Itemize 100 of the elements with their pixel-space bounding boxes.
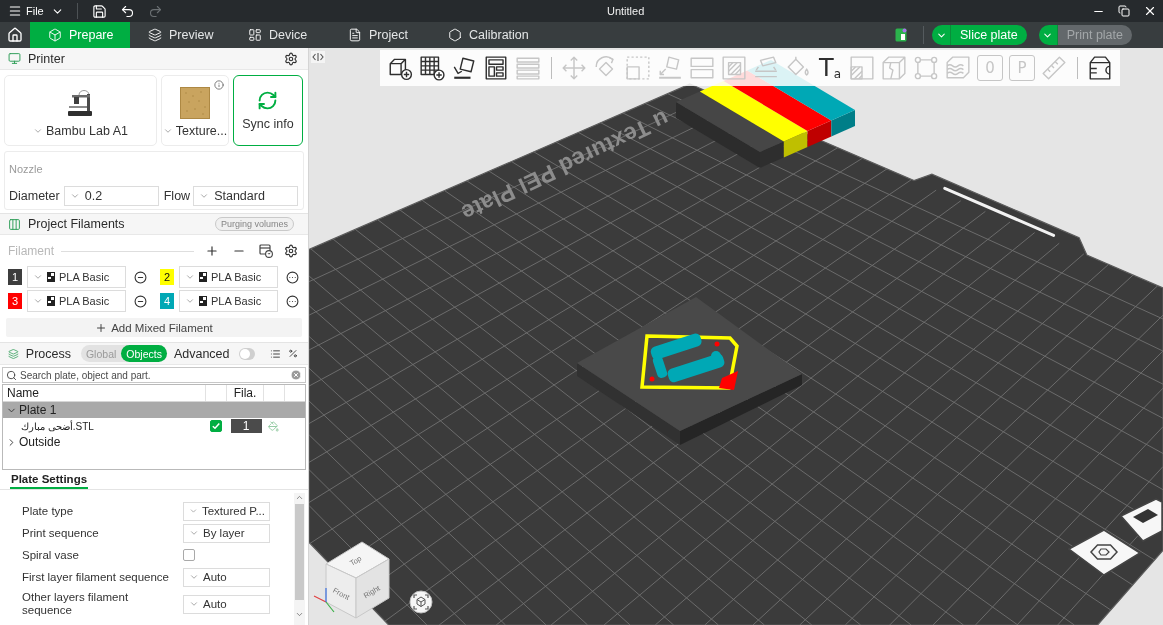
chevron-down-icon	[185, 272, 195, 282]
setting-label: Other layers filament sequence	[22, 591, 130, 617]
chevron-down-icon	[189, 506, 198, 516]
advanced-label: Advanced	[173, 346, 230, 361]
plus-icon	[95, 321, 108, 334]
home-icon[interactable]	[7, 27, 23, 43]
window-title: Untitled	[607, 5, 645, 17]
layout-icon[interactable]	[483, 55, 509, 81]
setting-dropdown[interactable]: Textured P...	[183, 501, 270, 521]
settings-icon[interactable]	[284, 244, 298, 258]
layers-icon	[148, 28, 162, 42]
filament-dropdown[interactable]: PLA Basic	[27, 266, 126, 288]
ellipsis-circle-icon[interactable]	[286, 294, 299, 308]
clear-icon[interactable]	[290, 369, 302, 381]
layers-icon	[8, 346, 19, 361]
filament-dropdown[interactable]: PLA Basic	[179, 266, 278, 288]
chevron-down-icon	[69, 191, 80, 201]
tree-row[interactable]: Plate 1	[3, 402, 305, 418]
ellipsis-circle-icon[interactable]	[286, 270, 299, 284]
scrollbar-thumb[interactable]	[295, 504, 304, 600]
chevron-up-icon[interactable]	[295, 493, 304, 502]
undo-icon[interactable]	[119, 3, 135, 19]
diameter-dropdown[interactable]: 0.2	[63, 186, 159, 206]
nozzle-label: Nozzle	[9, 163, 43, 175]
checkbox[interactable]	[183, 549, 195, 561]
chevron-down-icon	[185, 296, 195, 306]
chevron-down-icon	[189, 572, 199, 582]
menu-icon	[8, 4, 22, 18]
printer-selector[interactable]: Bambu Lab A1	[4, 75, 157, 146]
chevron-down-icon	[33, 126, 43, 136]
percent-icon[interactable]	[288, 347, 298, 360]
search-field[interactable]: Search plate, object and part.	[2, 367, 306, 383]
nav-tab[interactable]: Device	[230, 22, 330, 48]
purging-volumes-button[interactable]: Purging volumes	[214, 217, 294, 231]
filament-selector[interactable]: 1	[230, 419, 262, 433]
square-tile-icon[interactable]	[1119, 498, 1163, 542]
squares-icon	[47, 296, 55, 306]
tree-item-label: Outside	[19, 435, 61, 449]
plus-icon[interactable]	[205, 244, 219, 258]
chevron-down-icon	[189, 599, 199, 609]
advanced-switch[interactable]	[238, 347, 256, 360]
chevron-down-icon	[162, 126, 173, 136]
grid-plus-icon[interactable]	[419, 55, 445, 81]
filament-slot-number: 3	[8, 293, 22, 309]
filament-slot-number: 1	[8, 269, 22, 285]
chevron-down-icon	[33, 296, 43, 306]
panel-layout-icon[interactable]	[895, 28, 908, 42]
box-sync-icon[interactable]	[259, 244, 273, 258]
setting-dropdown[interactable]: Auto	[183, 567, 270, 587]
settings-tab[interactable]: Plate Settings	[10, 470, 89, 489]
chevron-down-icon	[189, 528, 199, 538]
tilted-square-icon[interactable]	[451, 55, 477, 81]
split-chevrons-icon[interactable]	[311, 51, 325, 63]
setting-dropdown[interactable]: Auto	[183, 594, 270, 614]
sync-icon	[257, 90, 279, 111]
bracketed-cube-icon[interactable]	[409, 590, 433, 614]
cube-icon	[48, 28, 62, 42]
squares-icon	[199, 296, 207, 306]
monitor-icon	[8, 52, 21, 65]
nav-tab[interactable]: Project	[330, 22, 430, 48]
settings-icon[interactable]	[284, 51, 298, 66]
search-icon	[6, 369, 17, 381]
dashboard-icon	[248, 28, 262, 42]
section-title: Process	[25, 346, 71, 361]
field-label: Flow	[163, 189, 191, 203]
scrollbar[interactable]	[294, 493, 305, 625]
section-title: Printer	[28, 51, 65, 66]
close-icon[interactable]	[1143, 4, 1157, 18]
nav-tab[interactable]: Preview	[130, 22, 230, 48]
section-title: Project Filaments	[28, 217, 125, 231]
tree-row[interactable]: Outside	[3, 434, 305, 450]
paint-bucket-icon[interactable]	[268, 420, 279, 432]
flow-dropdown[interactable]: Standard	[193, 186, 299, 206]
split-caret-button[interactable]	[1038, 25, 1058, 45]
save-icon[interactable]	[91, 3, 107, 19]
filament-label: Filament	[8, 244, 54, 258]
setting-dropdown[interactable]: By layer	[183, 523, 270, 543]
model-tile[interactable]	[577, 297, 802, 445]
info-icon[interactable]	[214, 80, 224, 90]
column-header: Fila.	[233, 386, 257, 400]
filament-dropdown[interactable]: PLA Basic	[179, 290, 278, 312]
hexagon-icon	[448, 28, 462, 42]
plate-selector[interactable]: Texture...	[161, 75, 229, 146]
restore-icon[interactable]	[1118, 5, 1130, 17]
add-mixed-filament-button[interactable]: Add Mixed Filament	[6, 318, 302, 337]
minus-circle-icon[interactable]	[134, 294, 147, 308]
split-caret-button[interactable]	[932, 25, 952, 45]
notched-box-icon[interactable]	[1087, 55, 1113, 81]
filament-dropdown[interactable]: PLA Basic	[27, 290, 126, 312]
checkbox[interactable]	[209, 420, 222, 432]
sync-button[interactable]: Sync info	[233, 75, 303, 146]
chevron-down-icon[interactable]	[295, 610, 304, 619]
hexagon-tile-icon[interactable]	[1067, 529, 1142, 576]
minus-circle-icon[interactable]	[134, 270, 147, 284]
file-menu-button[interactable]: File	[5, 1, 67, 21]
text-tool-button[interactable]: T$_{a}$	[817, 55, 843, 81]
document-icon	[348, 28, 362, 42]
nav-tab[interactable]: Calibration	[430, 22, 530, 48]
setting-label: First layer filament sequence	[22, 570, 170, 584]
filament-slot-number: 2	[160, 269, 174, 285]
